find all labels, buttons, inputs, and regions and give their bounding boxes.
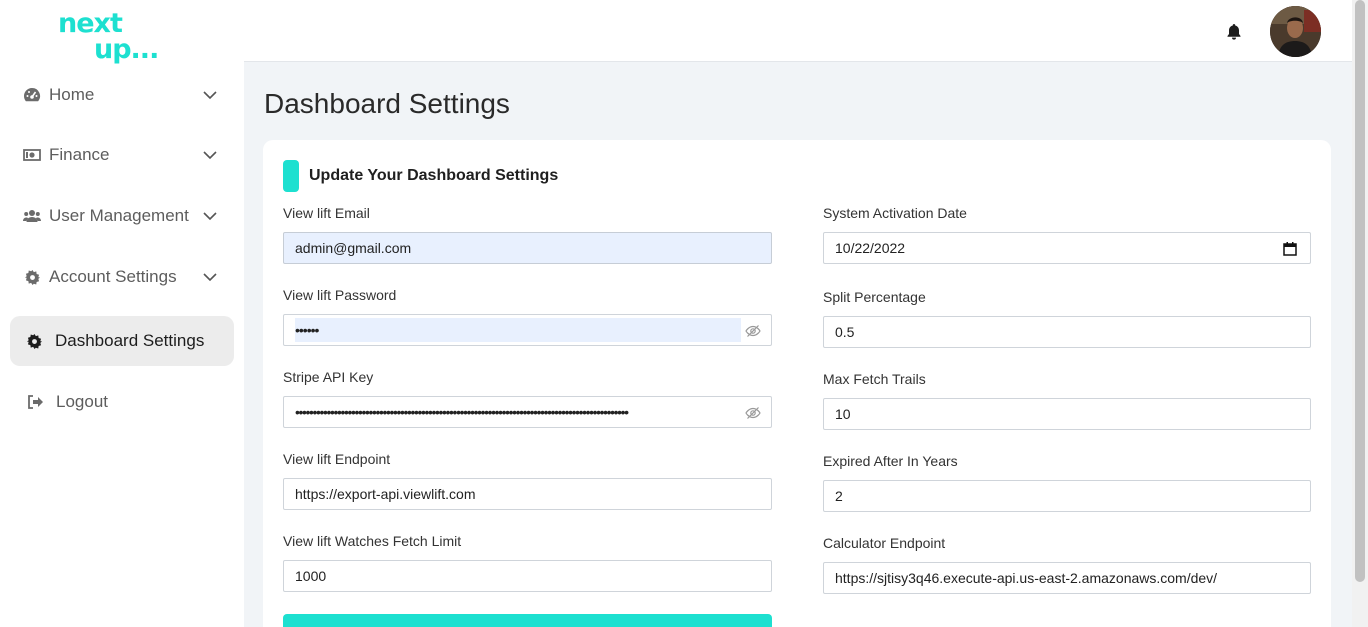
scrollbar-thumb[interactable]	[1355, 0, 1365, 582]
sidebar-item-label: Dashboard Settings	[55, 331, 205, 350]
card-accent-bar	[283, 160, 299, 192]
viewlift-password-input[interactable]: ••••••	[283, 314, 772, 346]
card-title: Update Your Dashboard Settings	[309, 167, 559, 184]
max-fetch-trails-input[interactable]: 10	[823, 398, 1311, 430]
sidebar-item-logout[interactable]: Logout	[10, 377, 234, 427]
eye-slash-icon[interactable]	[745, 406, 761, 420]
calculator-endpoint-value: https://sjtisy3q46.execute-api.us-east-2…	[835, 570, 1218, 586]
sidebar-item-home[interactable]: Home	[10, 70, 234, 120]
chevron-down-icon	[203, 151, 217, 160]
sidebar-item-dashboard-settings[interactable]: Dashboard Settings	[10, 316, 234, 366]
page-title: Dashboard Settings	[264, 88, 510, 119]
viewlift-endpoint-input[interactable]: https://export-api.viewlift.com	[283, 478, 772, 510]
bell-icon[interactable]	[1226, 23, 1242, 40]
system-activation-date-value: 10/22/2022	[835, 240, 906, 256]
svg-text:up...: up...	[94, 34, 158, 65]
watches-fetch-limit-input[interactable]: 1000	[283, 560, 772, 592]
viewlift-endpoint-value: https://export-api.viewlift.com	[295, 486, 476, 502]
calculator-endpoint-input[interactable]: https://sjtisy3q46.execute-api.us-east-2…	[823, 562, 1311, 594]
sidebar-item-label: Finance	[49, 145, 110, 164]
dashboard-gauge-icon	[23, 86, 41, 104]
sidebar-item-user-management[interactable]: User Management	[10, 191, 234, 241]
watches-fetch-limit-value: 1000	[295, 568, 327, 584]
sidebar-item-label: Home	[49, 85, 95, 104]
gear-icon	[23, 268, 41, 286]
sidebar-item-label: Logout	[56, 392, 108, 411]
viewlift-email-value: admin@gmail.com	[295, 240, 412, 256]
main-content: Dashboard Settings Update Your Dashboard…	[244, 62, 1352, 627]
update-settings-button[interactable]	[283, 614, 772, 627]
stripe-api-key-value: ••••••••••••••••••••••••••••••••••••••••…	[295, 404, 629, 420]
settings-card: Update Your Dashboard Settings View lift…	[263, 140, 1331, 627]
viewlift-password-value: ••••••	[295, 318, 741, 342]
sidebar: next up... Home Finance User Management …	[0, 0, 244, 627]
chevron-down-icon	[203, 212, 217, 221]
money-bill-icon	[23, 146, 41, 164]
sidebar-item-account-settings[interactable]: Account Settings	[10, 252, 234, 302]
split-percentage-value: 0.5	[835, 324, 855, 340]
stripe-api-key-input[interactable]: ••••••••••••••••••••••••••••••••••••••••…	[283, 396, 772, 428]
viewlift-password-label: View lift Password	[283, 287, 397, 303]
max-fetch-trails-value: 10	[835, 406, 851, 422]
sidebar-item-label: Account Settings	[49, 267, 177, 286]
watches-fetch-limit-label: View lift Watches Fetch Limit	[283, 533, 462, 549]
scrollbar[interactable]	[1352, 0, 1368, 627]
system-activation-date-input[interactable]: 10/22/2022	[823, 232, 1311, 264]
sign-out-icon	[26, 393, 44, 411]
max-fetch-trails-label: Max Fetch Trails	[823, 371, 926, 387]
user-avatar[interactable]	[1270, 6, 1321, 57]
viewlift-email-label: View lift Email	[283, 205, 370, 221]
users-icon	[23, 207, 41, 225]
split-percentage-input[interactable]: 0.5	[823, 316, 1311, 348]
stripe-api-key-label: Stripe API Key	[283, 369, 374, 385]
top-bar	[244, 0, 1352, 62]
calendar-icon[interactable]	[1283, 242, 1297, 256]
system-activation-date-label: System Activation Date	[823, 205, 967, 221]
expired-after-years-value: 2	[835, 488, 843, 504]
viewlift-endpoint-label: View lift Endpoint	[283, 451, 391, 467]
sidebar-item-finance[interactable]: Finance	[10, 130, 234, 180]
chevron-down-icon	[203, 273, 217, 282]
eye-slash-icon[interactable]	[745, 324, 761, 338]
nextup-logo[interactable]: next up...	[58, 6, 168, 66]
viewlift-email-input[interactable]: admin@gmail.com	[283, 232, 772, 264]
gear-icon	[25, 332, 43, 350]
sidebar-item-label: User Management	[49, 206, 189, 225]
calculator-endpoint-label: Calculator Endpoint	[823, 535, 946, 551]
split-percentage-label: Split Percentage	[823, 289, 926, 305]
chevron-down-icon	[203, 91, 217, 100]
expired-after-years-label: Expired After In Years	[823, 453, 958, 469]
expired-after-years-input[interactable]: 2	[823, 480, 1311, 512]
